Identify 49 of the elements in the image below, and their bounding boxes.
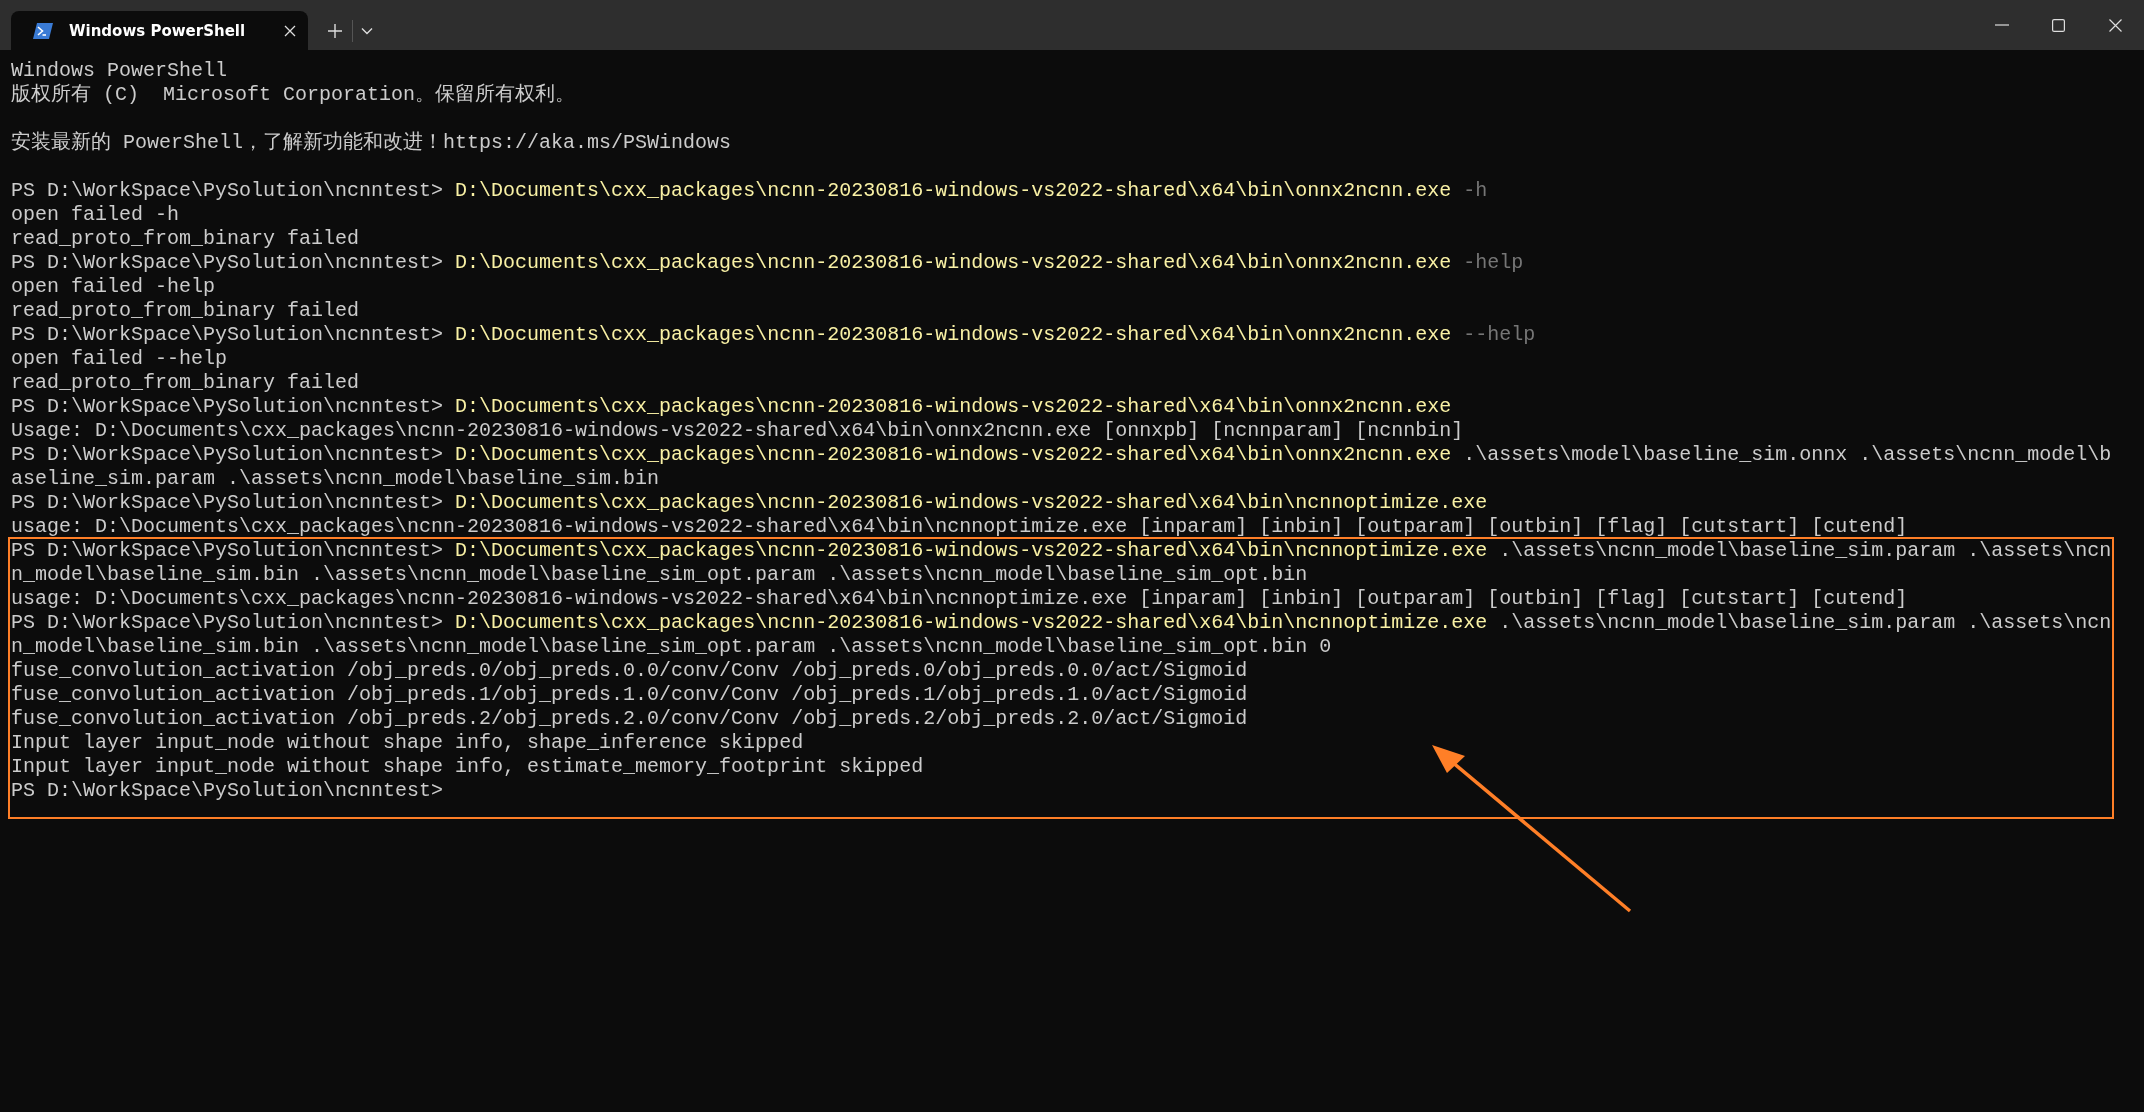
output-text: open failed --help — [11, 347, 228, 370]
output-text: read_proto_from_binary failed — [11, 299, 360, 322]
output-text: 版权所有 (C) Microsoft Corporation。保留所有权利。 — [11, 83, 576, 106]
argument-text: aseline_sim.param .\assets\ncnn_model\baseline_sim.bin — [11, 467, 660, 490]
command-text: D:\Documents\cxx_packages\ncnn-20230816-windows-vs2022-shared\x64\bin\onnx2ncnn.exe — [455, 179, 1452, 202]
output-text: fuse_convolution_activation /obj_preds.2/obj_preds.2.0/conv/Conv /obj_preds.2/obj_preds.2.0/act/Sigmoid — [11, 707, 1248, 730]
prompt-text: PS D:\WorkSpace\PySolution\ncnntest> — [11, 251, 445, 274]
parameter-text: --help — [1462, 323, 1536, 346]
prompt-text: PS D:\WorkSpace\PySolution\ncnntest> — [11, 443, 445, 466]
prompt-text: PS D:\WorkSpace\PySolution\ncnntest> — [11, 323, 445, 346]
output-text: Input layer input_node without shape info, estimate_memory_footprint skipped — [11, 755, 924, 778]
new-tab-icon[interactable] — [328, 23, 342, 38]
command-text: D:\Documents\cxx_packages\ncnn-20230816-windows-vs2022-shared\x64\bin\onnx2ncnn.exe — [455, 251, 1452, 274]
output-text: Input layer input_node without shape info, shape_inference skipped — [11, 731, 804, 754]
parameter-text: -help — [1462, 251, 1524, 274]
command-text: D:\Documents\cxx_packages\ncnn-20230816-windows-vs2022-shared\x64\bin\onnx2ncnn.exe — [455, 323, 1452, 346]
argument-text: .\assets\model\baseline_sim.onnx .\assets\ncnn_model\b — [1462, 443, 2112, 466]
command-text: D:\Documents\cxx_packages\ncnn-20230816-windows-vs2022-shared\x64\bin\onnx2ncnn.exe — [455, 395, 1452, 418]
command-text: D:\Documents\cxx_packages\ncnn-20230816-windows-vs2022-shared\x64\bin\ncnnoptimize.exe — [455, 539, 1488, 562]
prompt-text: PS D:\WorkSpace\PySolution\ncnntest> — [11, 779, 444, 802]
command-text: D:\Documents\cxx_packages\ncnn-20230816-windows-vs2022-shared\x64\bin\onnx2ncnn.exe — [455, 443, 1452, 466]
output-text: fuse_convolution_activation /obj_preds.1/obj_preds.1.0/conv/Conv /obj_preds.1/obj_preds.1.0/act/Sigmoid — [11, 683, 1248, 706]
command-text: D:\Documents\cxx_packages\ncnn-20230816-windows-vs2022-shared\x64\bin\ncnnoptimize.exe — [455, 611, 1488, 634]
prompt-text: PS D:\WorkSpace\PySolution\ncnntest> — [11, 395, 445, 418]
argument-text: .\assets\ncnn_model\baseline_sim.param .\assets\ncn — [1498, 611, 2112, 634]
prompt-text: PS D:\WorkSpace\PySolution\ncnntest> — [11, 539, 445, 562]
argument-text: .\assets\ncnn_model\baseline_sim.param .\assets\ncn — [1498, 539, 2112, 562]
output-text: 安装最新的 PowerShell，了解新功能和改进！https://aka.ms/PSWindows — [11, 131, 732, 154]
prompt-text: PS D:\WorkSpace\PySolution\ncnntest> — [11, 179, 445, 202]
output-text: Usage: D:\Documents\cxx_packages\ncnn-20230816-windows-vs2022-shared\x64\bin\onnx2ncnn.exe [onnxpb] [ncnnparam] [ncnnbin] — [11, 419, 1464, 442]
output-text: read_proto_from_binary failed — [11, 371, 360, 394]
output-text: usage: D:\Documents\cxx_packages\ncnn-20230816-windows-vs2022-shared\x64\bin\ncnnoptimize.exe [inparam] [inbin] [outparam] [outbin] [flag] [cutstart] [cutend] — [11, 515, 1908, 538]
argument-text: n_model\baseline_sim.bin .\assets\ncnn_model\baseline_sim_opt.param .\assets\ncnn_model\baseline_sim_opt.bin — [11, 563, 1308, 586]
output-text: open failed -help — [11, 275, 216, 298]
powershell-icon — [33, 22, 53, 39]
output-text: read_proto_from_binary failed — [11, 227, 360, 250]
command-text: D:\Documents\cxx_packages\ncnn-20230816-windows-vs2022-shared\x64\bin\ncnnoptimize.exe — [455, 491, 1488, 514]
argument-text: n_model\baseline_sim.bin .\assets\ncnn_model\baseline_sim_opt.param .\assets\ncnn_model\baseline_sim_opt.bin 0 — [11, 635, 1332, 658]
tab-title: Windows PowerShell — [69, 21, 247, 40]
prompt-text: PS D:\WorkSpace\PySolution\ncnntest> — [11, 491, 445, 514]
output-text: open failed -h — [11, 203, 180, 226]
output-text: Windows PowerShell — [11, 59, 228, 82]
close-tab-icon[interactable] — [284, 24, 296, 37]
parameter-text: -h — [1462, 179, 1488, 202]
dropdown-caret-icon[interactable] — [361, 26, 373, 35]
prompt-text: PS D:\WorkSpace\PySolution\ncnntest> — [11, 611, 445, 634]
output-text: usage: D:\Documents\cxx_packages\ncnn-20230816-windows-vs2022-shared\x64\bin\ncnnoptimize.exe [inparam] [inbin] [outparam] [outbin] [flag] [cutstart] [cutend] — [11, 587, 1908, 610]
terminal-tab[interactable]: Windows PowerShell — [11, 11, 308, 50]
output-text: fuse_convolution_activation /obj_preds.0/obj_preds.0.0/conv/Conv /obj_preds.0/obj_preds.0.0/act/Sigmoid — [11, 659, 1248, 682]
